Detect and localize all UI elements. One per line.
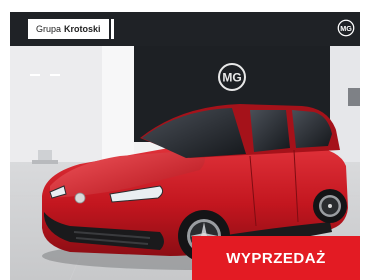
dealer-badge-divider [110,19,114,39]
svg-text:MG: MG [340,24,352,33]
dealer-prefix: Grupa [36,24,62,34]
sale-button-label: WYPRZEDAŻ [226,249,326,267]
car-ad-banner[interactable]: Grupa Krotoski MG MG WYPRZEDAŻ [10,12,360,280]
svg-text:MG: MG [222,71,241,85]
car-rear-wheel [313,189,347,223]
dealer-badge: Grupa Krotoski [28,19,114,39]
dealer-name: Krotoski [64,24,101,34]
sale-button[interactable]: WYPRZEDAŻ [192,236,360,280]
dealer-header: Grupa Krotoski MG [10,12,360,46]
mg-logo-icon: MG [337,19,355,37]
